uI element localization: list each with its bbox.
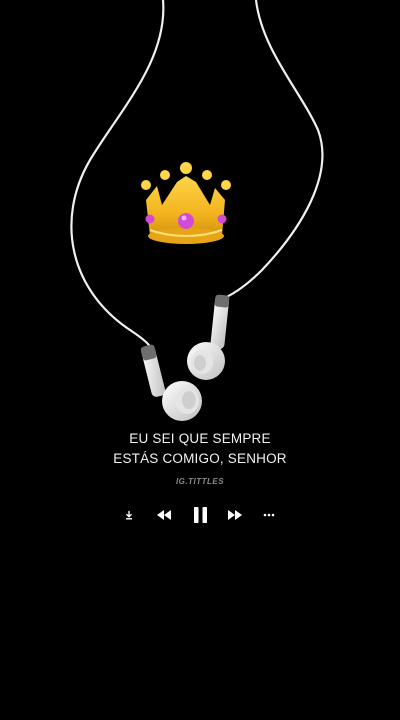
more-button[interactable] bbox=[260, 502, 278, 528]
right-cable bbox=[219, 0, 324, 302]
next-icon bbox=[228, 510, 242, 520]
previous-button[interactable] bbox=[152, 502, 176, 528]
creator-handle: IG.TITTLES bbox=[175, 477, 225, 486]
download-icon bbox=[125, 511, 133, 520]
pause-button[interactable] bbox=[188, 502, 212, 528]
pause-icon bbox=[193, 507, 207, 523]
more-icon bbox=[263, 513, 275, 517]
crown-icon bbox=[141, 162, 231, 244]
right-earbud-icon bbox=[187, 294, 230, 380]
download-button[interactable] bbox=[120, 502, 138, 528]
next-button[interactable] bbox=[223, 502, 247, 528]
lyric-line-2: ESTÁS COMIGO, SENHOR bbox=[113, 451, 287, 466]
artwork bbox=[70, 0, 324, 421]
previous-icon bbox=[157, 510, 171, 520]
lyric-line-1: EU SEI QUE SEMPRE bbox=[129, 431, 271, 446]
player-controls bbox=[110, 502, 290, 528]
left-cable bbox=[70, 0, 165, 351]
